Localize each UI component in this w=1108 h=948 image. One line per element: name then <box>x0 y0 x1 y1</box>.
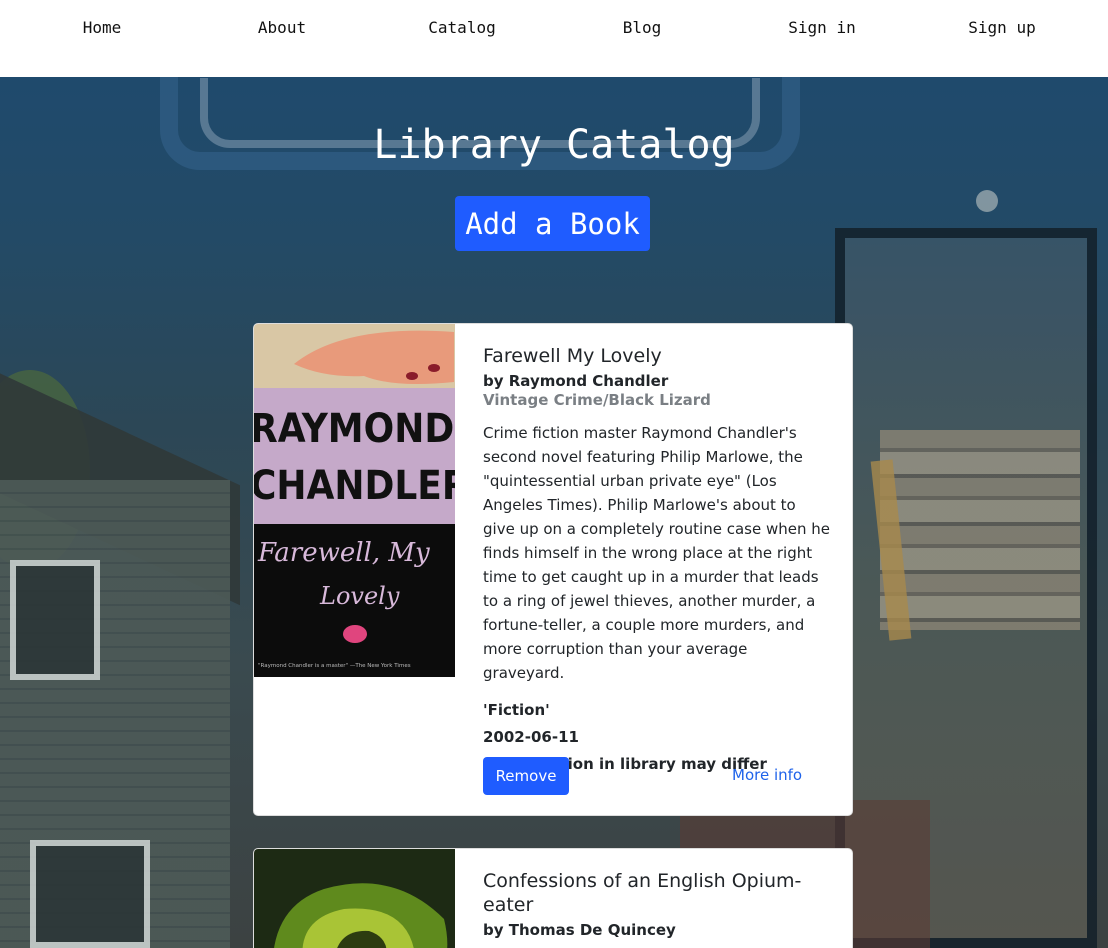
book-card: Confessions of an English Opium-eater by… <box>253 848 853 948</box>
book-card-body: Farewell My Lovely by Raymond Chandler V… <box>483 344 830 778</box>
more-info-link[interactable]: More info <box>732 766 802 784</box>
nav-home[interactable]: Home <box>83 18 122 37</box>
nav-blog[interactable]: Blog <box>623 18 662 37</box>
cover-script-line2: Lovely <box>319 582 400 610</box>
book-cover-image[interactable] <box>254 849 455 948</box>
add-book-button[interactable]: Add a Book <box>455 196 650 251</box>
book-title: Farewell My Lovely <box>483 345 662 367</box>
cover-quote: "Raymond Chandler is a master" —The New … <box>258 663 411 669</box>
book-publisher: Vintage Crime/Black Lizard <box>483 391 711 409</box>
book-cover-image[interactable]: RAYMOND CHANDLER Farewell, My Lovely "Ra… <box>254 324 455 677</box>
cover-title-line1: RAYMOND <box>254 406 454 452</box>
book-description: Crime fiction master Raymond Chandler's … <box>483 424 830 682</box>
book-author: by Thomas De Quincey <box>483 921 676 939</box>
nav-catalog[interactable]: Catalog <box>428 18 495 37</box>
book-card-body: Confessions of an English Opium-eater by… <box>483 869 830 940</box>
book-title: Confessions of an English Opium-eater <box>483 870 802 916</box>
top-nav: Home About Catalog Blog Sign in Sign up <box>0 0 1108 77</box>
nav-sign-in[interactable]: Sign in <box>788 18 855 37</box>
page-title: Library Catalog <box>373 122 735 168</box>
nav-about[interactable]: About <box>258 18 306 37</box>
book-author: by Raymond Chandler <box>483 372 669 390</box>
cover-script-line1: Farewell, My <box>257 538 430 568</box>
nav-sign-up[interactable]: Sign up <box>968 18 1035 37</box>
book-genre: 'Fiction' <box>483 701 550 719</box>
remove-button[interactable]: Remove <box>483 757 569 795</box>
book-date: 2002-06-11 <box>483 728 579 746</box>
cover-title-line2: CHANDLER <box>254 463 455 509</box>
book-card: RAYMOND CHANDLER Farewell, My Lovely "Ra… <box>253 323 853 816</box>
